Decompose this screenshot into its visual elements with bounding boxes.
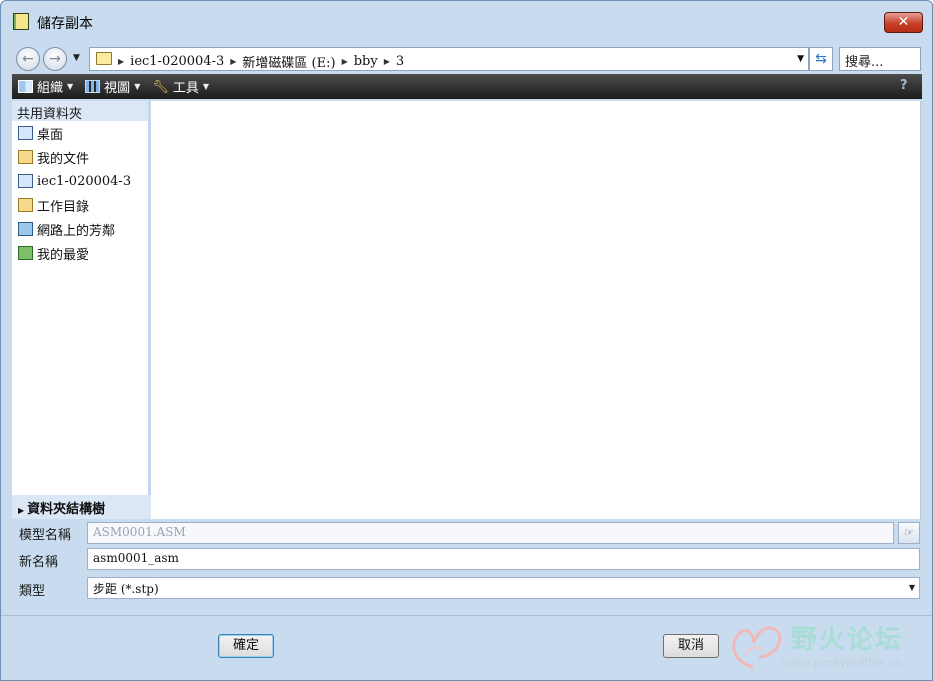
nav-item-computer[interactable]: iec1-020004-3: [12, 169, 148, 193]
search-input[interactable]: 搜尋...: [839, 47, 921, 71]
nav-item-my-documents[interactable]: 我的文件: [12, 145, 148, 169]
organize-menu[interactable]: 組織 ▼: [18, 77, 73, 96]
forward-button[interactable]: →: [43, 47, 67, 71]
organize-icon: [18, 80, 33, 93]
network-icon: [18, 222, 33, 236]
title-bar: 儲存副本 ✕: [1, 1, 932, 41]
nav-item-label: 我的文件: [37, 151, 90, 167]
shared-folders-header[interactable]: 共用資料夾: [12, 101, 148, 122]
view-icon: [85, 80, 101, 93]
breadcrumb-item[interactable]: 3: [396, 54, 404, 69]
view-label: 視圖: [104, 81, 131, 96]
tools-menu[interactable]: 🔧︎ 工具 ▼: [152, 77, 209, 96]
tools-icon: 🔧︎: [152, 80, 169, 95]
nav-item-label: iec1-020004-3: [37, 173, 132, 189]
new-name-label: 新名稱: [19, 555, 59, 570]
nav-item-desktop[interactable]: 桌面: [12, 121, 148, 145]
chevron-down-icon: ▼: [202, 82, 210, 91]
forward-arrow-icon: →: [49, 51, 61, 67]
recent-pages-dropdown[interactable]: ▼: [73, 53, 80, 63]
nav-item-working-directory[interactable]: 工作目錄: [12, 193, 148, 217]
chevron-down-icon: ▼: [908, 583, 915, 592]
address-bar[interactable]: ▶ iec1-020004-3 ▶ 新增磁碟區 (E:) ▶ bby ▶ 3 ▼: [89, 47, 809, 71]
nav-item-label: 我的最愛: [37, 247, 90, 263]
model-name-field: ASM0001.ASM: [87, 522, 894, 544]
window-icon: [13, 13, 29, 30]
nav-item-label: 工作目錄: [37, 199, 90, 215]
breadcrumb-item[interactable]: bby: [354, 54, 378, 69]
back-arrow-icon: ←: [22, 51, 34, 67]
folder-tree-label: 資料夾結構樹: [27, 502, 106, 517]
desktop-icon: [18, 126, 33, 140]
refresh-icon: ⇆: [815, 51, 827, 67]
pointer-icon: ☞: [904, 526, 914, 539]
nav-item-network[interactable]: 網路上的芳鄰: [12, 217, 148, 241]
breadcrumb-item[interactable]: iec1-020004-3: [130, 54, 224, 69]
breadcrumb-item[interactable]: 新增磁碟區 (E:): [242, 52, 335, 71]
help-icon[interactable]: ?: [900, 78, 916, 94]
ok-button[interactable]: 確定: [218, 634, 274, 658]
chevron-down-icon: ▼: [67, 82, 74, 91]
chevron-right-icon[interactable]: ▶: [384, 57, 390, 66]
footer-divider: [1, 615, 932, 616]
type-label: 類型: [19, 584, 46, 599]
view-menu[interactable]: 視圖 ▼: [85, 77, 140, 96]
chevron-right-icon[interactable]: ▶: [118, 57, 124, 66]
window-title: 儲存副本: [37, 16, 93, 32]
select-model-button[interactable]: ☞: [898, 522, 920, 544]
watermark-url: www.proewildfire.cn: [781, 656, 902, 670]
favorites-icon: [18, 246, 33, 260]
chevron-right-icon[interactable]: ▶: [230, 57, 236, 66]
save-copy-dialog: 儲存副本 ✕ ← → ▼ ▶ iec1-020004-3 ▶ 新增磁碟區 (E:…: [0, 0, 933, 681]
watermark-logo: [732, 626, 782, 669]
watermark-title: 野火论坛: [791, 625, 904, 655]
tools-label: 工具: [172, 81, 199, 96]
address-dropdown-icon[interactable]: ▼: [797, 54, 804, 64]
command-toolbar: 組織 ▼ 視圖 ▼ 🔧︎ 工具 ▼ ?: [12, 74, 922, 99]
nav-item-label: 桌面: [37, 127, 64, 143]
breadcrumb: ▶ iec1-020004-3 ▶ 新增磁碟區 (E:) ▶ bby ▶ 3: [118, 52, 404, 71]
type-select[interactable]: 步距 (*.stp) ▼: [87, 577, 920, 599]
model-name-label: 模型名稱: [19, 528, 72, 543]
cancel-button[interactable]: 取消: [663, 634, 719, 658]
folder-tree-toggle[interactable]: ▶ 資料夾結構樹: [12, 495, 151, 519]
folder-icon: [96, 52, 112, 65]
new-name-input[interactable]: asm0001_asm: [87, 548, 920, 570]
chevron-down-icon: ▼: [134, 82, 141, 91]
refresh-button[interactable]: ⇆: [809, 47, 833, 71]
chevron-right-icon[interactable]: ▶: [342, 57, 348, 66]
my-documents-icon: [18, 150, 33, 164]
nav-item-label: 網路上的芳鄰: [37, 223, 116, 239]
computer-icon: [18, 174, 33, 188]
nav-item-favorites[interactable]: 我的最愛: [12, 241, 148, 265]
type-select-value: 步距 (*.stp): [93, 582, 159, 596]
working-directory-icon: [18, 198, 33, 212]
close-button[interactable]: ✕: [884, 12, 923, 33]
organize-label: 組織: [37, 81, 64, 96]
file-list-area[interactable]: [151, 101, 921, 519]
back-button[interactable]: ←: [16, 47, 40, 71]
chevron-right-icon: ▶: [18, 506, 25, 515]
navigation-pane: 共用資料夾 桌面 我的文件 iec1-020004-3 工作目錄 網路上的芳鄰 …: [12, 101, 148, 517]
